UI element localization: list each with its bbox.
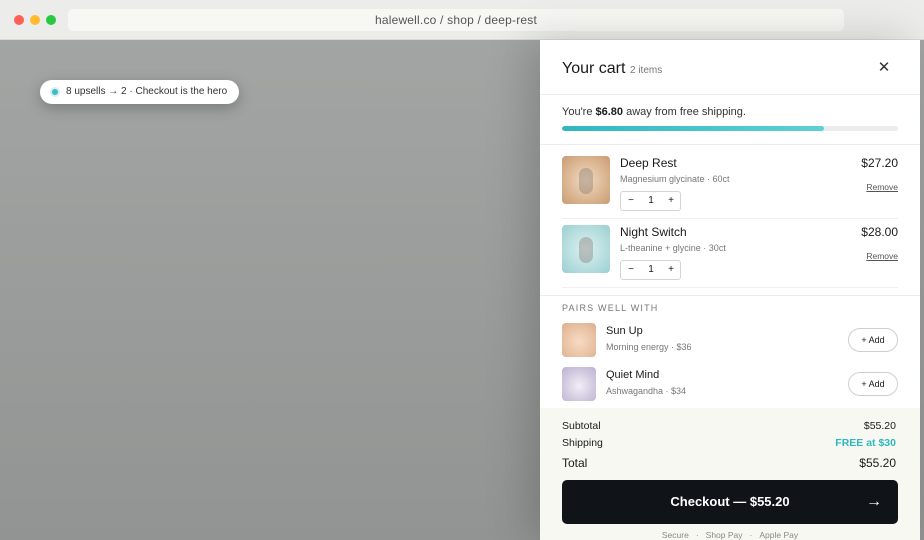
- cart-header: Your cart 2 items ✕: [540, 40, 920, 95]
- item-name: Deep Rest: [620, 156, 677, 170]
- close-window-button[interactable]: [14, 15, 24, 25]
- add-button[interactable]: + Add: [848, 372, 898, 396]
- upsell-name: Sun Up: [606, 325, 643, 337]
- subtotal-label: Subtotal: [562, 420, 601, 432]
- product-thumbnail: [562, 156, 610, 204]
- total-row: Total $55.20: [562, 456, 896, 470]
- minimize-window-button[interactable]: [30, 15, 40, 25]
- product-thumbnail: [562, 367, 596, 401]
- remove-button[interactable]: Remove: [866, 182, 898, 192]
- separator: ·: [695, 530, 699, 540]
- decrease-quantity-button[interactable]: −: [621, 192, 641, 210]
- quantity-stepper: − 1 +: [620, 260, 681, 280]
- bottle-icon: [579, 237, 593, 263]
- arrow-right-icon: →: [866, 493, 882, 510]
- annotation-pill: 8 upsells → 2 · Checkout is the hero: [40, 80, 240, 104]
- item-price: $28.00: [861, 225, 898, 239]
- browser-chrome: halewell.co / shop / deep-rest: [0, 0, 924, 40]
- subtotal-row: Subtotal $55.20: [562, 420, 896, 432]
- shop-pay-label: Shop Pay: [705, 530, 743, 540]
- product-thumbnail: [562, 225, 610, 273]
- shipping-progress-fill: [562, 126, 825, 131]
- item-subtitle: L-theanine + glycine · 30ct: [620, 243, 726, 253]
- shipping-progress-track: [562, 126, 898, 131]
- cart-item: Night Switch L-theanine + glycine · 30ct…: [562, 225, 898, 293]
- annotation-text: 8 upsells → 2 · Checkout is the hero: [66, 86, 228, 97]
- cart-item: Deep Rest Magnesium glycinate · 60ct $27…: [562, 156, 898, 224]
- checkout-button[interactable]: Checkout — $55.20 →: [562, 480, 898, 524]
- cart-title: Your cart: [562, 60, 626, 77]
- shipping-label: Shipping: [562, 437, 603, 449]
- decrease-quantity-button[interactable]: −: [621, 261, 641, 279]
- total-value: $55.20: [859, 456, 896, 470]
- shipping-value: FREE at $30: [835, 437, 896, 449]
- increase-quantity-button[interactable]: +: [661, 261, 681, 279]
- secure-label: Secure: [661, 530, 689, 540]
- subtotal-value: $55.20: [863, 420, 896, 432]
- cart-drawer: Your cart 2 items ✕ You're $6.80 away fr…: [540, 40, 920, 540]
- upsell-item: Sun Up Morning energy · $36 + Add: [562, 323, 898, 357]
- payment-methods: Secure · Shop Pay · Apple Pay: [540, 530, 920, 540]
- free-shipping-message: You're $6.80 away from free shipping.: [562, 106, 746, 118]
- free-shipping-progress: You're $6.80 away from free shipping.: [540, 95, 920, 145]
- cart-item-count: 2 items: [630, 65, 663, 76]
- quantity-value[interactable]: 1: [641, 261, 661, 279]
- add-button[interactable]: + Add: [848, 328, 898, 352]
- address-bar[interactable]: halewell.co / shop / deep-rest: [68, 9, 844, 31]
- indicator-dot-icon: [50, 87, 60, 97]
- pairs-well-with-section: PAIRS WELL WITH Sun Up Morning energy · …: [540, 295, 920, 408]
- quantity-stepper: − 1 +: [620, 191, 681, 211]
- close-icon[interactable]: ✕: [874, 58, 894, 78]
- upsell-subtitle: Ashwagandha · $34: [606, 386, 687, 396]
- remove-button[interactable]: Remove: [866, 251, 898, 261]
- separator: ·: [749, 530, 753, 540]
- bottle-icon: [579, 168, 593, 194]
- increase-quantity-button[interactable]: +: [661, 192, 681, 210]
- divider: [562, 218, 898, 219]
- quantity-value[interactable]: 1: [641, 192, 661, 210]
- checkout-label: Checkout — $55.20: [670, 494, 790, 509]
- upsell-item: Quiet Mind Ashwagandha · $34 + Add: [562, 367, 898, 401]
- maximize-window-button[interactable]: [46, 15, 56, 25]
- shipping-row: Shipping FREE at $30: [562, 437, 896, 449]
- item-name: Night Switch: [620, 225, 687, 239]
- product-thumbnail: [562, 323, 596, 357]
- item-subtitle: Magnesium glycinate · 60ct: [620, 174, 730, 184]
- total-label: Total: [562, 456, 588, 470]
- section-heading: PAIRS WELL WITH: [562, 303, 659, 313]
- cart-summary: Subtotal $55.20 Shipping FREE at $30 Tot…: [540, 408, 920, 540]
- divider: [562, 287, 898, 288]
- apple-pay-label: Apple Pay: [759, 530, 799, 540]
- item-price: $27.20: [861, 156, 898, 170]
- upsell-subtitle: Morning energy · $36: [606, 342, 692, 352]
- upsell-name: Quiet Mind: [606, 369, 660, 381]
